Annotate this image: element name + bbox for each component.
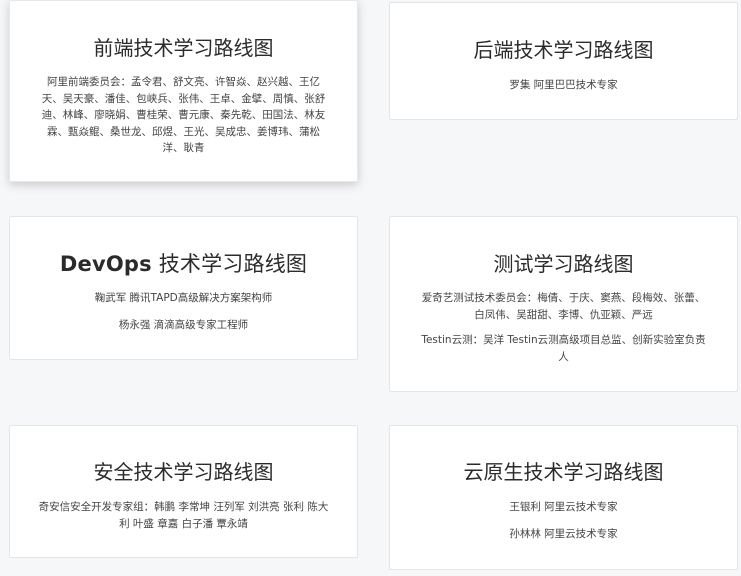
author-line: 鞠武军 腾讯TAPD高级解决方案架构师 [94, 292, 273, 304]
author-line: 阿里前端委员会：孟令君、舒文亮、许智焱、赵兴越、王亿天、吴天豪、潘佳、包峡兵、张… [41, 76, 326, 154]
card-authors: 爱奇艺测试技术委员会：梅倩、于庆、窦燕、段梅效、张蕾、白凤伟、吴甜甜、李博、仇亚… [419, 290, 709, 323]
card-cloud-native-roadmap[interactable]: 云原生技术学习路线图 王银利 阿里云技术专家 孙林林 阿里云技术专家 [389, 425, 738, 570]
card-title: 云原生技术学习路线图 [463, 460, 664, 484]
card-backend-roadmap[interactable]: 后端技术学习路线图 罗集 阿里巴巴技术专家 [389, 2, 738, 120]
author-line: 王银利 阿里云技术专家 [509, 501, 618, 513]
card-title-bold: DevOps [59, 252, 152, 276]
author-line: Testin云测：吴洋 Testin云测高级项目总监、创新实验室负责人 [421, 334, 706, 363]
card-title-rest: 技术学习路线图 [151, 252, 308, 276]
card-authors: 鞠武军 腾讯TAPD高级解决方案架构师 杨永强 滴滴高级专家工程师 [10, 290, 357, 333]
author-line: 杨永强 滴滴高级专家工程师 [118, 318, 249, 331]
card-title: 安全技术学习路线图 [93, 460, 274, 484]
author-line: 爱奇艺测试技术委员会：梅倩、于庆、窦燕、段梅效、张蕾、白凤伟、吴甜甜、李博、仇亚… [421, 292, 706, 321]
author-line: 罗集 阿里巴巴技术专家 [509, 79, 618, 91]
card-authors: 王银利 阿里云技术专家 孙林林 阿里云技术专家 [390, 499, 737, 542]
card-title: DevOps 技术学习路线图 [10, 251, 357, 277]
card-authors-secondary: Testin云测：吴洋 Testin云测高级项目总监、创新实验室负责人 [419, 332, 709, 365]
card-security-roadmap[interactable]: 安全技术学习路线图 奇安信安全开发专家组：韩鹏 李常坤 汪列军 刘洪亮 张利 陈… [9, 425, 358, 558]
card-frontend-roadmap[interactable]: 前端技术学习路线图 阿里前端委员会：孟令君、舒文亮、许智焱、赵兴越、王亿天、吴天… [9, 0, 358, 182]
card-title: 前端技术学习路线图 [93, 36, 274, 60]
card-title: 后端技术学习路线图 [473, 38, 654, 62]
author-line: 奇安信安全开发专家组：韩鹏 李常坤 汪列军 刘洪亮 张利 陈大利 叶盛 章嘉 白… [38, 501, 329, 530]
card-testing-roadmap[interactable]: 测试学习路线图 爱奇艺测试技术委员会：梅倩、于庆、窦燕、段梅效、张蕾、白凤伟、吴… [389, 216, 738, 392]
card-devops-roadmap[interactable]: DevOps 技术学习路线图 鞠武军 腾讯TAPD高级解决方案架构师 杨永强 滴… [9, 216, 358, 360]
card-title: 测试学习路线图 [493, 252, 634, 276]
author-line: 孙林林 阿里云技术专家 [509, 527, 618, 540]
card-authors: 奇安信安全开发专家组：韩鹏 李常坤 汪列军 刘洪亮 张利 陈大利 叶盛 章嘉 白… [34, 499, 334, 532]
card-authors: 阿里前端委员会：孟令君、舒文亮、许智焱、赵兴越、王亿天、吴天豪、潘佳、包峡兵、张… [39, 74, 329, 157]
card-authors: 罗集 阿里巴巴技术专家 [390, 77, 737, 94]
